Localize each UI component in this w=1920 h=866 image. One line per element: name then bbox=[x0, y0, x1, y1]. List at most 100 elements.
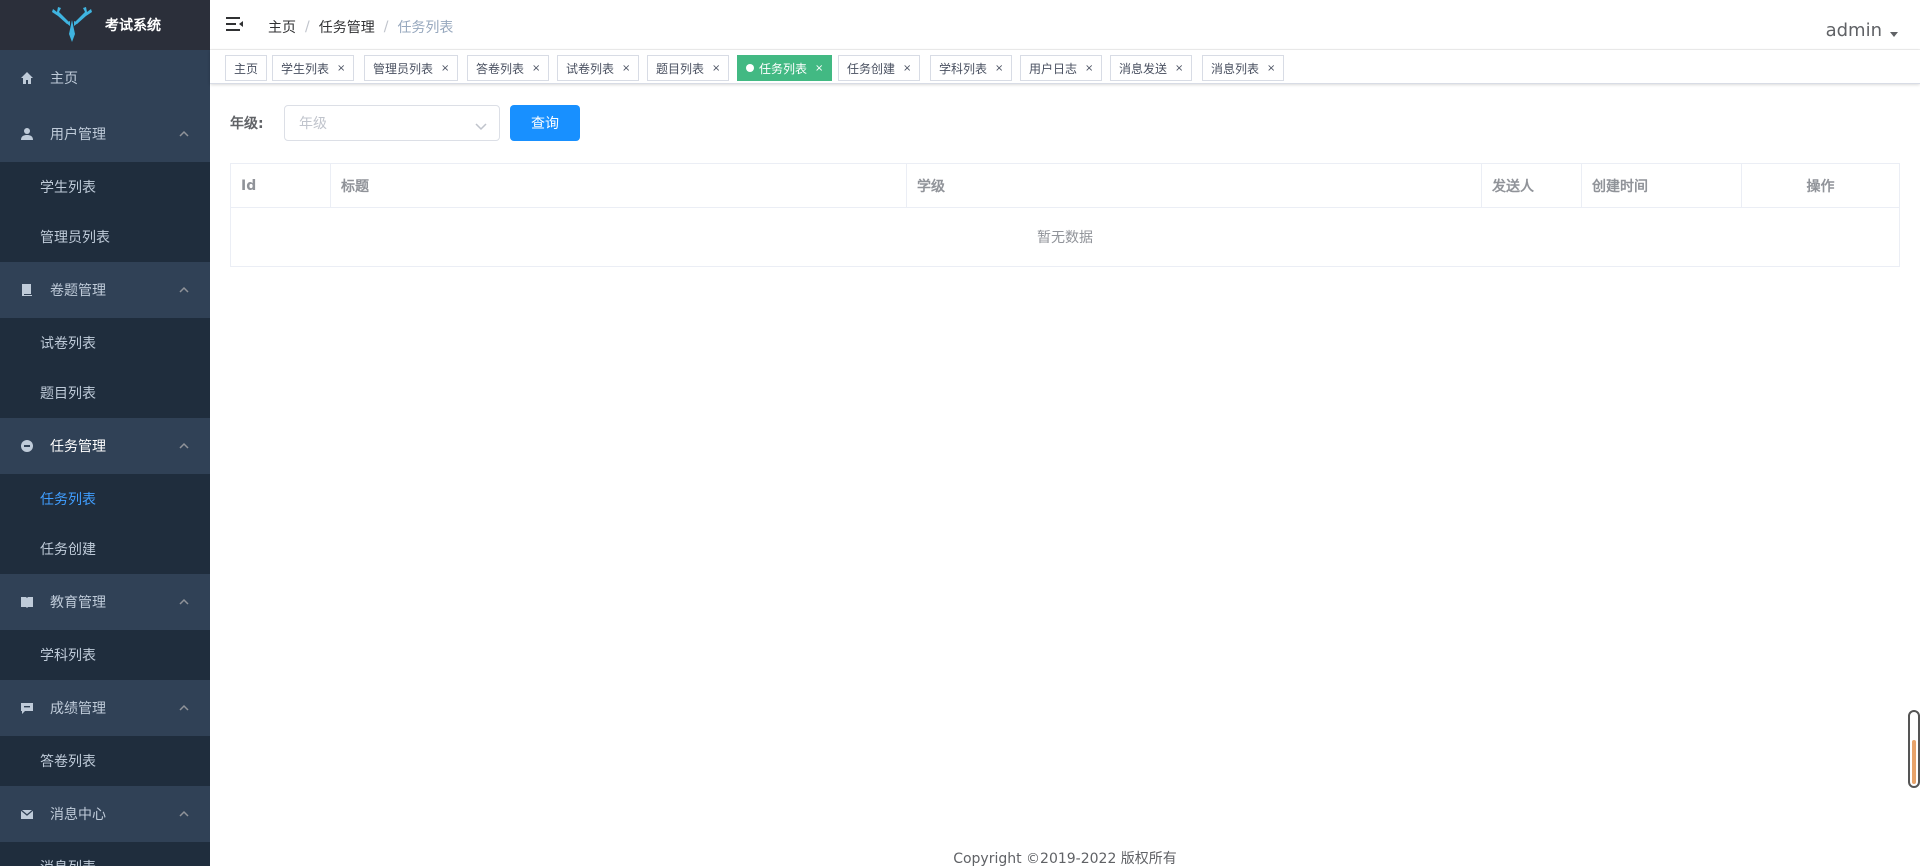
floating-scroll-indicator[interactable] bbox=[1908, 710, 1920, 788]
close-icon[interactable]: × bbox=[532, 63, 540, 74]
sidebar-group-message[interactable]: 消息中心 bbox=[0, 786, 210, 842]
sidebar-group-label: 用户管理 bbox=[50, 127, 106, 143]
tag-message-send[interactable]: 消息发送 × bbox=[1110, 55, 1193, 81]
footer-copyright: Copyright ©2019-2022 版权所有 bbox=[953, 851, 1177, 866]
submenu-score: 答卷列表 bbox=[0, 736, 210, 786]
sidebar-item-task-list[interactable]: 任务列表 bbox=[0, 474, 210, 524]
chevron-up-icon bbox=[178, 128, 190, 140]
sidebar-item-student-list[interactable]: 学生列表 bbox=[0, 162, 210, 212]
breadcrumb-item-task-management[interactable]: 任务管理 bbox=[319, 17, 375, 37]
tag-label: 消息列表 bbox=[1211, 61, 1260, 76]
sidebar-item-label: 主页 bbox=[50, 71, 78, 87]
sidebar-item-answer-sheet-list[interactable]: 答卷列表 bbox=[0, 736, 210, 786]
close-icon[interactable]: × bbox=[622, 63, 630, 74]
table-empty-text: 暂无数据 bbox=[1037, 230, 1093, 246]
tag-task-list[interactable]: 任务列表 × bbox=[737, 55, 833, 81]
tag-task-create[interactable]: 任务创建 × bbox=[838, 55, 921, 81]
table-header: Id 标题 学级 发送人 创建时间 操作 bbox=[231, 164, 1899, 208]
app-root: 考试系统 主页 用户管理 学生列表 管理员列表 卷题管理 试卷列表 题目列表 任… bbox=[0, 0, 1920, 866]
deer-logo-icon bbox=[52, 7, 92, 42]
sidebar-group-education[interactable]: 教育管理 bbox=[0, 574, 210, 630]
close-icon[interactable]: × bbox=[1175, 63, 1183, 74]
tag-student-list[interactable]: 学生列表 × bbox=[272, 55, 355, 81]
tag-label: 任务创建 bbox=[847, 61, 896, 76]
sidebar-group-label: 任务管理 bbox=[50, 439, 106, 455]
sidebar-group-label: 成绩管理 bbox=[50, 701, 106, 717]
caret-down-icon bbox=[1890, 32, 1898, 37]
chevron-up-icon bbox=[178, 440, 190, 452]
close-icon[interactable]: × bbox=[337, 63, 345, 74]
sidebar-group-label: 教育管理 bbox=[50, 595, 106, 611]
chevron-down-icon bbox=[475, 119, 487, 131]
sidebar-group-score[interactable]: 成绩管理 bbox=[0, 680, 210, 736]
grade-select[interactable]: 年级 bbox=[284, 105, 500, 141]
sidebar-item-task-create[interactable]: 任务创建 bbox=[0, 524, 210, 574]
home-icon bbox=[20, 71, 34, 85]
logo[interactable]: 考试系统 bbox=[0, 0, 210, 50]
submenu-paper: 试卷列表 题目列表 bbox=[0, 318, 210, 418]
tags-view: 主页 学生列表 × 管理员列表 × 答卷列表 × 试卷列表 × 题目列表 × 任务列表 × … bbox=[210, 50, 1920, 84]
tag-label: 主页 bbox=[234, 61, 259, 76]
tag-label: 用户日志 bbox=[1029, 61, 1078, 76]
submenu-task: 任务列表 任务创建 bbox=[0, 474, 210, 574]
column-header-actions: 操作 bbox=[1806, 179, 1835, 195]
sidebar-item-question-list[interactable]: 题目列表 bbox=[0, 368, 210, 418]
chevron-up-icon bbox=[178, 808, 190, 820]
username: admin bbox=[1825, 20, 1882, 41]
tag-answer-sheet-list[interactable]: 答卷列表 × bbox=[467, 55, 550, 81]
breadcrumb-item-current: 任务列表 bbox=[397, 20, 454, 36]
tag-question-list[interactable]: 题目列表 × bbox=[647, 55, 730, 81]
tag-label: 学科列表 bbox=[939, 61, 988, 76]
sidebar: 考试系统 主页 用户管理 学生列表 管理员列表 卷题管理 试卷列表 题目列表 任… bbox=[0, 0, 210, 866]
tag-admin-list[interactable]: 管理员列表 × bbox=[364, 55, 459, 81]
close-icon[interactable]: × bbox=[1085, 63, 1093, 74]
submenu-education: 学科列表 bbox=[0, 630, 210, 680]
tag-home[interactable]: 主页 bbox=[225, 55, 268, 81]
sidebar-group-paper[interactable]: 卷题管理 bbox=[0, 262, 210, 318]
tag-message-list[interactable]: 消息列表 × bbox=[1202, 55, 1285, 81]
column-header-id: Id bbox=[231, 164, 331, 208]
close-icon[interactable]: × bbox=[441, 63, 449, 74]
breadcrumb-separator: / bbox=[383, 19, 389, 35]
tag-label: 管理员列表 bbox=[373, 61, 434, 76]
breadcrumb: 主页 / 任务管理 / 任务列表 bbox=[268, 17, 453, 37]
sidebar-item-home[interactable]: 主页 bbox=[0, 50, 210, 106]
chevron-up-icon bbox=[178, 596, 190, 608]
close-icon[interactable]: × bbox=[1267, 63, 1275, 74]
user-icon bbox=[20, 127, 34, 141]
tag-user-log[interactable]: 用户日志 × bbox=[1020, 55, 1103, 81]
chevron-up-icon bbox=[178, 284, 190, 296]
user-dropdown[interactable]: admin bbox=[1826, 20, 1898, 41]
breadcrumb-item-home[interactable]: 主页 bbox=[268, 17, 296, 37]
sidebar-group-user[interactable]: 用户管理 bbox=[0, 106, 210, 162]
sidebar-item-exam-paper-list[interactable]: 试卷列表 bbox=[0, 318, 210, 368]
grade-select-placeholder: 年级 bbox=[299, 116, 327, 132]
sidebar-group-label: 卷题管理 bbox=[50, 283, 106, 299]
grade-label: 年级: bbox=[230, 116, 264, 132]
mail-icon bbox=[20, 807, 34, 821]
tag-exam-paper-list[interactable]: 试卷列表 × bbox=[557, 55, 640, 81]
tag-label: 消息发送 bbox=[1119, 61, 1168, 76]
query-button[interactable]: 查询 bbox=[510, 105, 580, 141]
tag-label: 答卷列表 bbox=[476, 61, 525, 76]
main-content: 年级: 年级 查询 Id 标题 学级 发送人 创建时间 操作 暂无数据 Copy… bbox=[210, 85, 1920, 866]
tag-label: 试卷列表 bbox=[566, 61, 615, 76]
filter-form: 年级: 年级 查询 bbox=[230, 105, 580, 141]
hamburger-icon[interactable] bbox=[226, 16, 244, 32]
sidebar-group-task[interactable]: 任务管理 bbox=[0, 418, 210, 474]
book-icon bbox=[20, 283, 34, 297]
sidebar-item-subject-list[interactable]: 学科列表 bbox=[0, 630, 210, 680]
close-icon[interactable]: × bbox=[995, 63, 1003, 74]
task-table: Id 标题 学级 发送人 创建时间 操作 暂无数据 bbox=[230, 163, 1900, 267]
column-header-title: 标题 bbox=[331, 164, 907, 208]
sidebar-item-message-list[interactable]: 消息列表 bbox=[0, 842, 210, 866]
close-icon[interactable]: × bbox=[815, 63, 823, 74]
sidebar-item-admin-list[interactable]: 管理员列表 bbox=[0, 212, 210, 262]
close-icon[interactable]: × bbox=[712, 63, 720, 74]
task-icon bbox=[20, 439, 34, 453]
submenu-user: 学生列表 管理员列表 bbox=[0, 162, 210, 262]
chevron-up-icon bbox=[178, 702, 190, 714]
tag-subject-list[interactable]: 学科列表 × bbox=[930, 55, 1013, 81]
close-icon[interactable]: × bbox=[903, 63, 911, 74]
scroll-indicator-fill bbox=[1912, 740, 1916, 784]
